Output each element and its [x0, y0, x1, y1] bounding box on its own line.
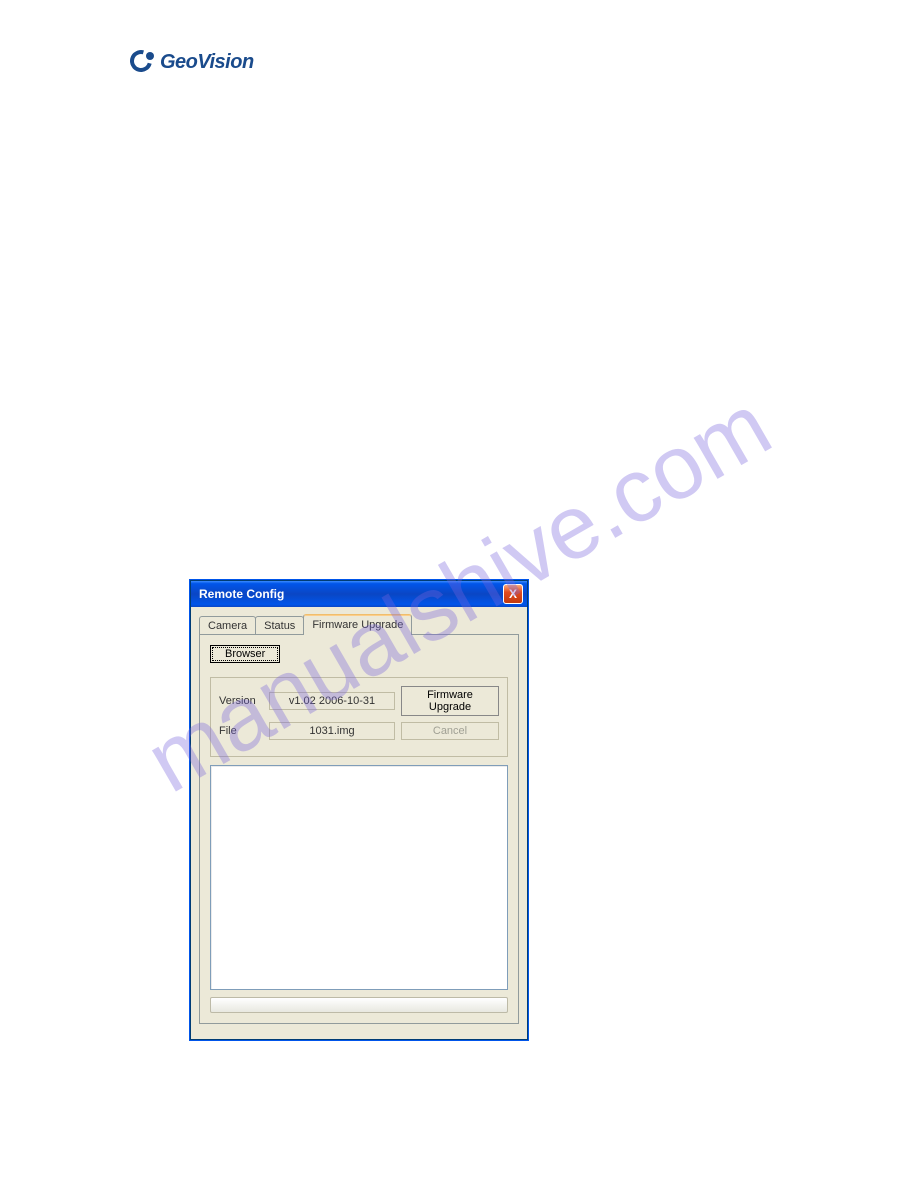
firmware-fieldset: Version v1.02 2006-10-31 Firmware Upgrad…	[210, 677, 508, 757]
version-value: v1.02 2006-10-31	[269, 692, 395, 710]
dialog-body: Camera Status Firmware Upgrade Browser V…	[191, 607, 527, 1039]
logo-text: GeoVision	[160, 51, 254, 74]
brand-logo: GeoVision	[130, 50, 790, 74]
titlebar[interactable]: Remote Config X	[191, 581, 527, 607]
close-icon[interactable]: X	[503, 584, 523, 604]
upgrade-log-textarea[interactable]	[210, 765, 508, 990]
progress-bar	[210, 997, 508, 1013]
tab-status[interactable]: Status	[255, 616, 304, 635]
logo-mark	[130, 50, 154, 74]
file-label: File	[219, 725, 263, 737]
file-row: File 1031.img Cancel	[219, 722, 499, 740]
tab-camera[interactable]: Camera	[199, 616, 256, 635]
tabpage-firmware: Browser Version v1.02 2006-10-31 Firmwar…	[199, 634, 519, 1024]
dialog-title: Remote Config	[199, 587, 284, 601]
remote-config-dialog: Remote Config X Camera Status Firmware U…	[190, 580, 528, 1040]
version-row: Version v1.02 2006-10-31 Firmware Upgrad…	[219, 686, 499, 716]
version-label: Version	[219, 695, 263, 707]
firmware-upgrade-button[interactable]: Firmware Upgrade	[401, 686, 499, 716]
file-value: 1031.img	[269, 722, 395, 740]
tab-firmware-upgrade[interactable]: Firmware Upgrade	[303, 614, 412, 635]
browser-button[interactable]: Browser	[210, 645, 280, 663]
cancel-button: Cancel	[401, 722, 499, 740]
tabstrip: Camera Status Firmware Upgrade	[199, 613, 519, 635]
